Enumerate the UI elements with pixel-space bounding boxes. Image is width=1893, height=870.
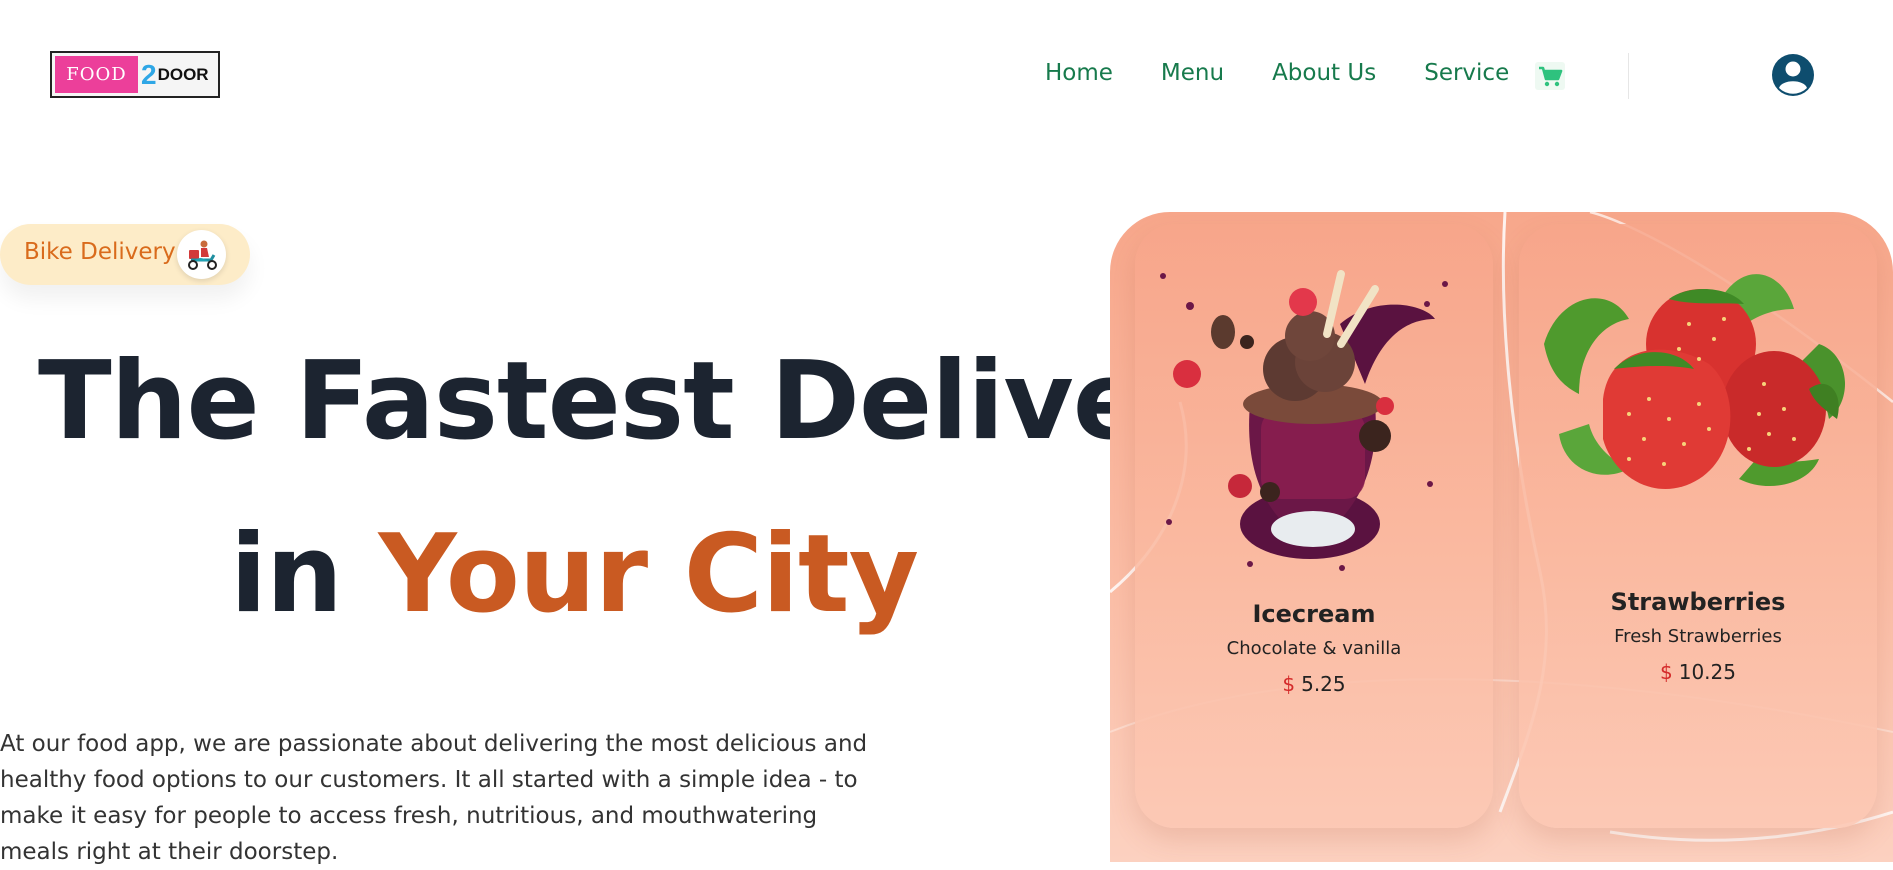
price-value: 10.25 [1678, 660, 1736, 684]
scooter-delivery-icon [177, 230, 226, 279]
product-description: Chocolate & vanilla [1226, 638, 1402, 659]
logo-two-text: 2 [141, 58, 157, 90]
hero-title-accent: Your City [378, 512, 920, 637]
nav-service[interactable]: Service [1424, 60, 1509, 86]
hero-description: At our food app, we are passionate about… [0, 731, 868, 865]
icecream-image [1160, 270, 1448, 571]
hero-title-prefix: in [230, 512, 343, 637]
nav-home[interactable]: Home [1045, 60, 1113, 86]
hero-title-line1: The Fastest Delivery [38, 339, 1268, 464]
price-currency: $ [1282, 672, 1296, 696]
user-avatar-icon[interactable] [1771, 53, 1815, 97]
nav-menu[interactable]: Menu [1161, 60, 1224, 86]
brand-logo[interactable]: FOOD 2 DOOR [50, 51, 220, 98]
product-price: $5.25 [1135, 672, 1493, 696]
cart-icon[interactable] [1535, 62, 1565, 90]
product-price: $10.25 [1519, 660, 1877, 684]
featured-products-panel: Icecream Chocolate & vanilla $5.25 Straw… [1110, 212, 1893, 862]
hero-title-line2: in Your City [230, 521, 919, 629]
bike-delivery-badge: Bike Delivery [0, 224, 250, 285]
header-divider [1628, 53, 1629, 99]
badge-label: Bike Delivery [24, 239, 176, 265]
logo-door-text: DOOR [157, 64, 209, 84]
strawberries-image [1544, 274, 1846, 490]
product-description: Fresh Strawberries [1614, 626, 1782, 647]
logo-food-text: FOOD [55, 56, 138, 93]
product-card-icecream[interactable]: Icecream Chocolate & vanilla $5.25 [1135, 224, 1493, 828]
product-name: Strawberries [1610, 588, 1786, 616]
product-name: Icecream [1252, 600, 1376, 628]
price-value: 5.25 [1301, 672, 1346, 696]
price-currency: $ [1660, 660, 1673, 684]
main-nav: Home Menu About Us Service [1045, 60, 1557, 86]
nav-about-us[interactable]: About Us [1272, 60, 1376, 86]
product-card-strawberries[interactable]: Strawberries Fresh Strawberries $10.25 [1519, 224, 1877, 828]
